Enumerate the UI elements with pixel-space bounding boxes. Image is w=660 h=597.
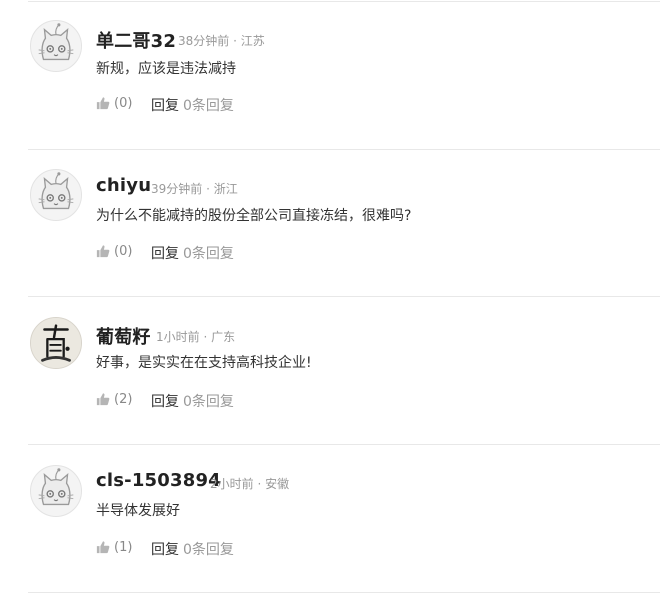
comment-meta: 39分钟前 · 浙江 [151,182,238,196]
comment-meta: 2小时前 · 安徽 [210,477,290,491]
reply-count-link[interactable]: 0条回复 [183,391,234,411]
reply-button[interactable]: 回复 [151,391,179,411]
comment-text: 为什么不能减持的股份全部公司直接冻结，很难吗? [96,208,412,224]
username[interactable]: cls-1503894 [96,470,221,491]
like-count: (2) [114,392,133,407]
reply-count-link[interactable]: 0条回复 [183,243,234,263]
reply-button[interactable]: 回复 [151,539,179,559]
cat-avatar-icon[interactable] [30,465,82,517]
username[interactable]: 葡萄籽 [96,323,151,349]
username[interactable]: 单二哥32 [96,27,176,53]
thumbs-up-icon[interactable] [96,244,110,258]
username[interactable]: chiyu [96,175,151,196]
cat-avatar-icon[interactable] [30,169,82,221]
comment-text: 半导体发展好 [96,503,180,519]
cat-avatar-icon[interactable] [30,20,82,72]
thumbs-up-icon[interactable] [96,392,110,406]
comment-text: 好事，是实实在在支持高科技企业! [96,355,312,371]
reply-count-link[interactable]: 0条回复 [183,95,234,115]
divider [28,592,660,593]
divider-top [28,1,660,2]
comment-meta: 1小时前 · 广东 [156,330,236,344]
like-count: (1) [114,540,133,555]
comment-meta: 38分钟前 · 江苏 [178,34,265,48]
reply-button[interactable]: 回复 [151,243,179,263]
thumbs-up-icon[interactable] [96,540,110,554]
divider [28,149,660,150]
reply-count-link[interactable]: 0条回复 [183,539,234,559]
thumbs-up-icon[interactable] [96,96,110,110]
divider [28,296,660,297]
calligraphy-avatar-icon[interactable] [30,317,82,369]
like-count: (0) [114,244,133,259]
reply-button[interactable]: 回复 [151,95,179,115]
comment-text: 新规，应该是违法减持 [96,61,236,77]
divider [28,444,660,445]
like-count: (0) [114,96,133,111]
